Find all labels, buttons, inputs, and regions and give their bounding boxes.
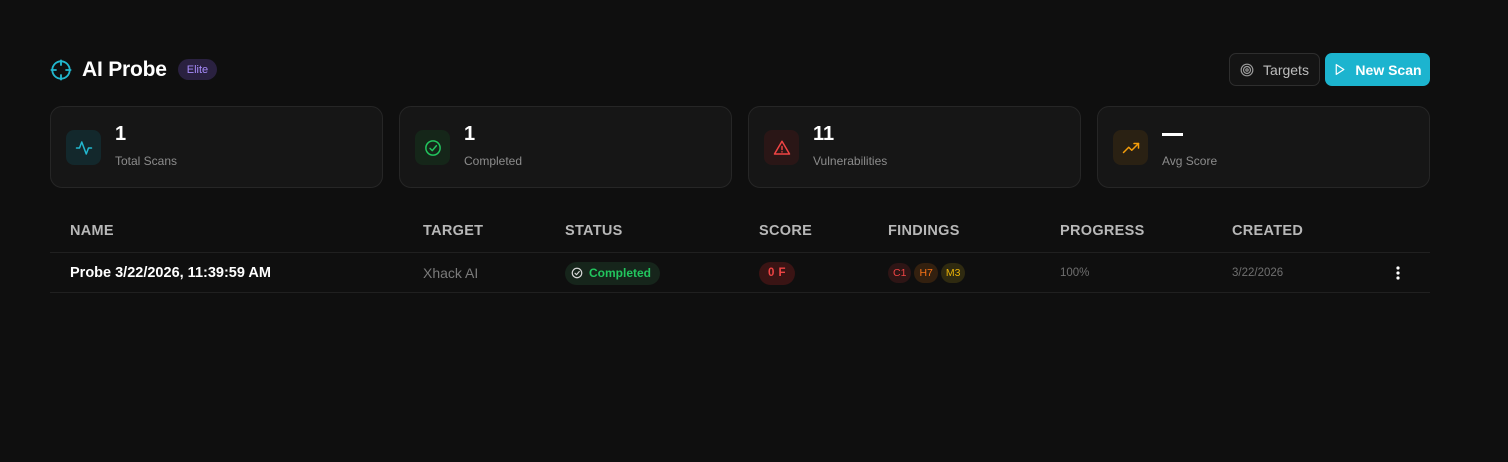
stat-label: Vulnerabilities <box>813 154 888 168</box>
column-header-progress[interactable]: PROGRESS <box>1060 223 1145 239</box>
stat-value: 1 <box>464 123 476 145</box>
column-header-status[interactable]: STATUS <box>565 223 623 239</box>
stat-cards: 1 Total Scans 1 Completed 11 Vulnerabili… <box>50 106 1430 188</box>
crosshair-icon <box>50 58 72 81</box>
column-header-score[interactable]: SCORE <box>759 223 812 239</box>
finding-high-badge: H7 <box>914 263 938 283</box>
column-header-findings[interactable]: FINDINGS <box>888 223 960 239</box>
new-scan-button[interactable]: New Scan <box>1325 53 1430 86</box>
alert-triangle-icon <box>764 130 799 165</box>
target-icon <box>1240 63 1254 77</box>
stat-card-vulnerabilities: 11 Vulnerabilities <box>748 106 1081 188</box>
row-actions <box>1390 253 1406 293</box>
column-header-name[interactable]: NAME <box>70 223 114 239</box>
scan-progress: 100% <box>1060 267 1090 279</box>
brand: AI Probe Elite <box>50 53 218 86</box>
stat-card-completed: 1 Completed <box>399 106 732 188</box>
trending-up-icon <box>1113 130 1148 165</box>
play-icon <box>1333 63 1346 76</box>
empty-value-dash <box>1162 133 1183 136</box>
stat-card-total-scans: 1 Total Scans <box>50 106 383 188</box>
finding-critical-badge: C1 <box>888 263 912 283</box>
stat-label: Avg Score <box>1162 154 1218 168</box>
page-title: AI Probe <box>82 57 167 81</box>
check-circle-icon <box>571 267 583 279</box>
activity-icon <box>66 130 101 165</box>
ai-probe-page: AI Probe Elite Targets New Scan 1 Total … <box>0 0 1508 462</box>
scans-table: NAME TARGET STATUS SCORE FINDINGS PROGRE… <box>50 212 1430 293</box>
findings-cell: C1 H7 M3 <box>888 253 968 293</box>
score-cell: 0 F <box>759 253 795 293</box>
header-actions: Targets New Scan <box>1229 53 1430 86</box>
column-header-created[interactable]: CREATED <box>1232 223 1303 239</box>
table-row[interactable]: Probe 3/22/2026, 11:39:59 AM Xhack AI Co… <box>50 253 1430 293</box>
status-badge: Completed <box>565 261 661 285</box>
stat-label: Completed <box>464 154 523 168</box>
tier-badge: Elite <box>177 59 218 80</box>
more-vertical-icon[interactable] <box>1390 263 1406 283</box>
column-header-target[interactable]: TARGET <box>423 223 483 239</box>
scan-name[interactable]: Probe 3/22/2026, 11:39:59 AM <box>70 253 271 293</box>
page-header: AI Probe Elite Targets New Scan <box>50 53 1430 86</box>
table-header: NAME TARGET STATUS SCORE FINDINGS PROGRE… <box>50 212 1430 253</box>
new-scan-button-label: New Scan <box>1355 61 1422 78</box>
score-badge: 0 F <box>759 261 795 285</box>
stat-card-avg-score: Avg Score <box>1097 106 1430 188</box>
scan-created: 3/22/2026 <box>1232 267 1284 279</box>
targets-button[interactable]: Targets <box>1229 53 1320 86</box>
targets-button-label: Targets <box>1263 61 1309 78</box>
status-text: Completed <box>589 266 652 280</box>
scan-target: Xhack AI <box>423 265 479 281</box>
status-cell: Completed <box>565 253 661 293</box>
check-circle-icon <box>415 130 450 165</box>
finding-medium-badge: M3 <box>940 263 966 283</box>
stat-label: Total Scans <box>115 154 178 168</box>
stat-value: 1 <box>115 123 127 145</box>
stat-value: 11 <box>813 123 835 145</box>
